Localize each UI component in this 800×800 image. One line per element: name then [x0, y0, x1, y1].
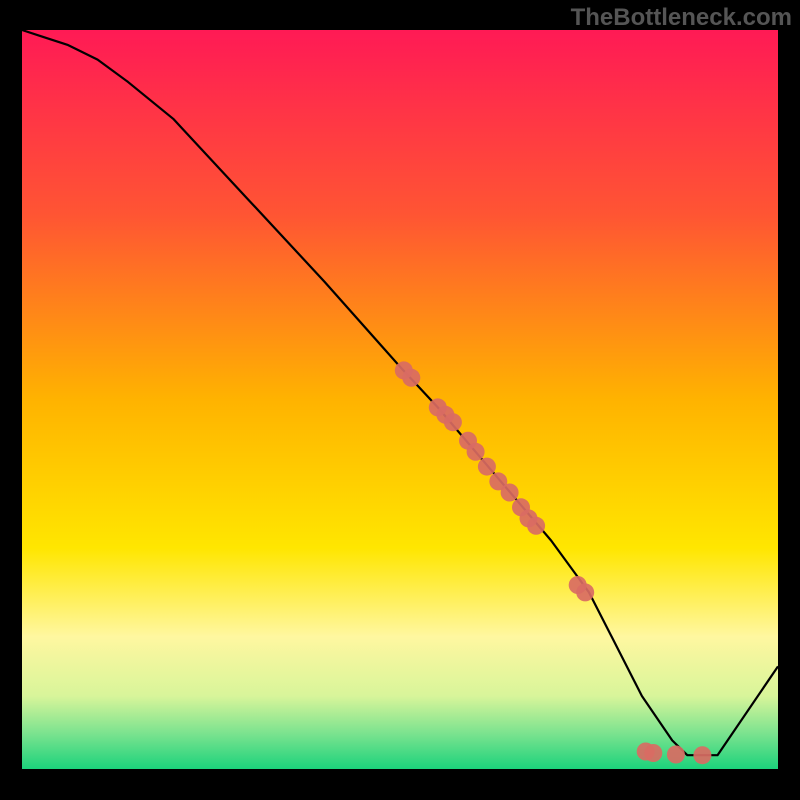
- plot-background: [22, 30, 778, 770]
- data-point: [478, 458, 496, 476]
- data-point: [693, 746, 711, 764]
- data-point: [467, 443, 485, 461]
- data-point: [527, 517, 545, 535]
- watermark-text: TheBottleneck.com: [571, 4, 792, 32]
- data-point: [667, 746, 685, 764]
- bottleneck-chart: [0, 0, 800, 800]
- data-point: [501, 484, 519, 502]
- data-point: [576, 583, 594, 601]
- data-point: [444, 413, 462, 431]
- data-point: [644, 744, 662, 762]
- chart-container: TheBottleneck.com: [0, 0, 800, 800]
- data-point: [402, 369, 420, 387]
